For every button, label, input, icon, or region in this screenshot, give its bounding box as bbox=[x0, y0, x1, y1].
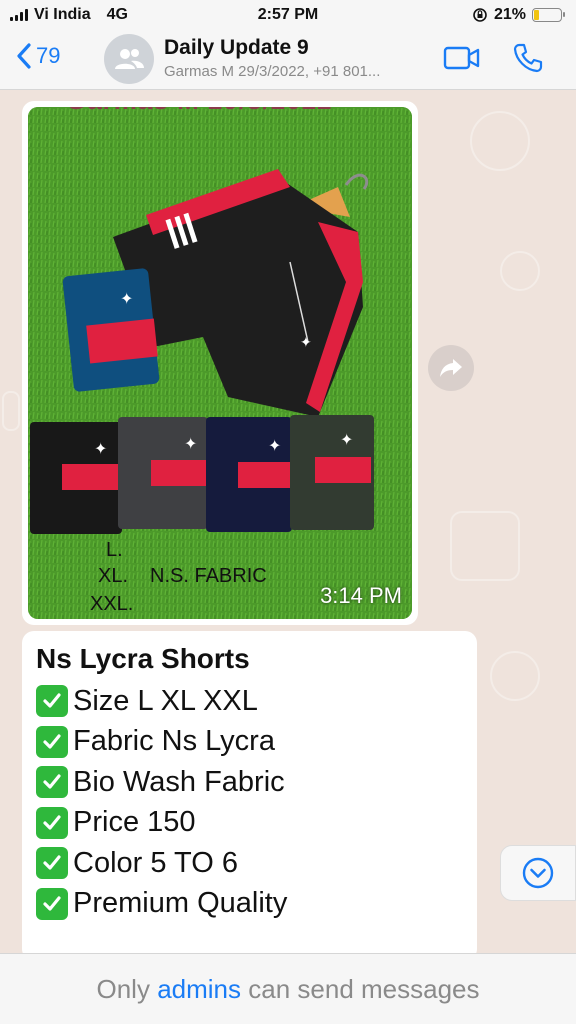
size-label-l: L. bbox=[106, 539, 123, 561]
forward-icon bbox=[440, 359, 462, 377]
chat-area[interactable]: ✦ ✦ ✦ ✦ ✦ ✦ Garmas M 29/3/2022 bbox=[0, 91, 576, 953]
battery-icon bbox=[532, 8, 565, 22]
phone-call-button[interactable] bbox=[512, 42, 544, 79]
video-call-button[interactable] bbox=[443, 45, 481, 76]
wallpaper-doodle bbox=[490, 651, 540, 701]
status-right: 21% bbox=[472, 6, 565, 24]
back-button[interactable]: 79 bbox=[16, 42, 60, 70]
scroll-to-bottom-button[interactable] bbox=[500, 845, 576, 901]
text-message-bubble[interactable]: Ns Lycra Shorts Size L XL XXL Fabric Ns … bbox=[22, 631, 477, 953]
chat-header: 79 Daily Update 9 Garmas M 29/3/2022, +9… bbox=[0, 30, 576, 90]
message-line-text: Fabric Ns Lycra bbox=[73, 725, 275, 758]
video-call-icon bbox=[443, 46, 480, 70]
message-line-text: Premium Quality bbox=[73, 887, 288, 920]
message-line: Premium Quality bbox=[36, 884, 463, 925]
svg-text:✦: ✦ bbox=[268, 436, 281, 455]
svg-text:✦: ✦ bbox=[184, 434, 197, 453]
image-timestamp: 3:14 PM bbox=[320, 583, 402, 608]
message-line-text: Price 150 bbox=[73, 806, 196, 839]
check-mark-icon bbox=[36, 685, 68, 718]
wallpaper-doodle bbox=[500, 251, 540, 291]
message-line: Price 150 bbox=[36, 803, 463, 844]
message-line-text: Size L XL XXL bbox=[73, 684, 258, 717]
battery-fill bbox=[534, 10, 540, 20]
shorts-illustration: ✦ ✦ ✦ ✦ ✦ ✦ bbox=[28, 107, 412, 619]
product-photo[interactable]: ✦ ✦ ✦ ✦ ✦ ✦ Garmas M 29/3/2022 bbox=[28, 107, 412, 619]
svg-text:✦: ✦ bbox=[94, 439, 107, 458]
svg-text:✦: ✦ bbox=[340, 430, 353, 449]
svg-text:✦: ✦ bbox=[300, 335, 312, 351]
status-bar: Vi India 4G 2:57 PM 21% bbox=[0, 0, 576, 30]
wallpaper-doodle bbox=[470, 111, 530, 171]
group-avatar-icon bbox=[115, 49, 144, 69]
check-mark-icon bbox=[36, 766, 68, 799]
footer-prefix: Only bbox=[96, 974, 150, 1004]
message-line-text: Color 5 TO 6 bbox=[73, 846, 238, 879]
back-count: 79 bbox=[36, 43, 61, 68]
battery-percent: 21% bbox=[493, 6, 526, 23]
image-message-bubble[interactable]: ✦ ✦ ✦ ✦ ✦ ✦ Garmas M 29/3/2022 bbox=[22, 101, 418, 625]
svg-text:✦: ✦ bbox=[120, 289, 133, 308]
size-label-xxl: XXL. bbox=[90, 593, 134, 615]
admin-only-footer: Only admins can send messages bbox=[0, 953, 576, 1024]
check-mark-icon bbox=[36, 847, 68, 880]
message-line: Size L XL XXL bbox=[36, 681, 463, 722]
message-title: Ns Lycra Shorts bbox=[36, 643, 250, 674]
wallpaper-doodle bbox=[2, 391, 20, 431]
check-mark-icon bbox=[36, 806, 68, 839]
check-mark-icon bbox=[36, 887, 68, 920]
message-line: Fabric Ns Lycra bbox=[36, 722, 463, 763]
message-line-text: Bio Wash Fabric bbox=[73, 765, 285, 798]
chat-title[interactable]: Daily Update 9 bbox=[164, 36, 309, 60]
chevron-down-icon bbox=[522, 857, 554, 889]
wallpaper-doodle bbox=[450, 511, 520, 581]
size-label-xl: XL. bbox=[98, 565, 129, 587]
chat-subtitle[interactable]: Garmas M 29/3/2022, +91 801... bbox=[164, 63, 380, 80]
orientation-lock-icon bbox=[473, 8, 487, 22]
cropped-caption: Garmas M 29/3/2022 bbox=[66, 107, 333, 116]
admins-link[interactable]: admins bbox=[157, 974, 241, 1004]
footer-suffix: can send messages bbox=[248, 974, 480, 1004]
phone-icon bbox=[513, 43, 543, 73]
fabric-label: N.S. FABRIC bbox=[150, 565, 267, 587]
back-chevron-icon bbox=[17, 43, 31, 69]
forward-button[interactable] bbox=[428, 345, 474, 391]
message-line: Color 5 TO 6 bbox=[36, 843, 463, 884]
check-mark-icon bbox=[36, 725, 68, 758]
group-avatar[interactable] bbox=[104, 34, 154, 84]
message-line: Bio Wash Fabric bbox=[36, 762, 463, 803]
